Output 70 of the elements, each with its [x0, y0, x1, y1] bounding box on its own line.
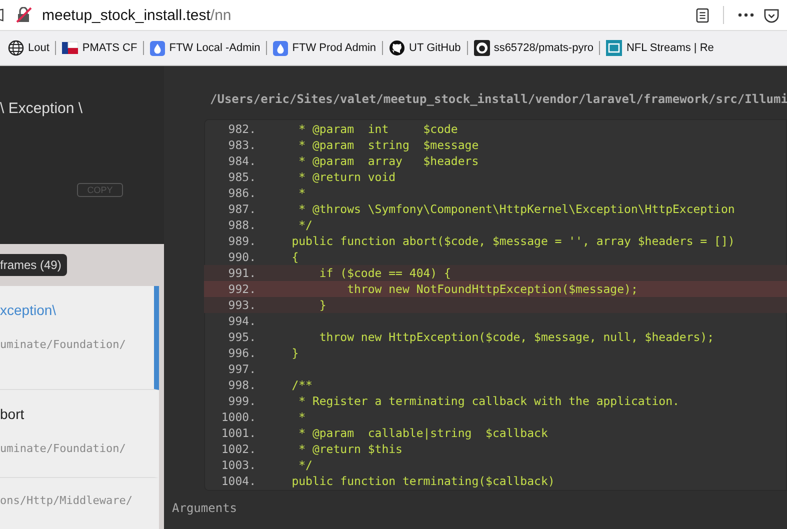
code-line: * @param array $headers	[298, 154, 479, 168]
line-number: 1001.	[220, 426, 257, 440]
line-number: 996.	[227, 346, 257, 360]
line-number: 997.	[227, 362, 257, 376]
line-number: 1002.	[220, 442, 257, 456]
reader-view-icon[interactable]	[696, 8, 709, 22]
drop-icon	[273, 40, 288, 56]
line-number: 985.	[227, 170, 257, 184]
bookmark-link[interactable]: PMATS CF	[62, 41, 138, 55]
bookmark-link[interactable]: FTW Local -Admin	[150, 40, 260, 56]
bookmark-link[interactable]: Lout	[8, 40, 50, 56]
code-line: * @return void	[298, 170, 396, 184]
arguments-heading: Arguments	[171, 500, 238, 515]
code-line: /**	[290, 378, 312, 392]
insecure-lock-icon	[16, 7, 32, 23]
frame-name: bort	[0, 406, 26, 422]
line-number: 1000.	[220, 410, 257, 424]
line-number: 1004.	[220, 474, 257, 488]
code-line: * @param callable|string $callback	[298, 426, 548, 440]
code-line: throw new HttpException($code, $message, null, $headers);	[318, 330, 714, 344]
code-line: public function abort($code, $message = '', array $headers = [])	[290, 234, 735, 248]
frame-path: uminate/Foundation/	[0, 442, 127, 455]
pocket-icon[interactable]	[764, 8, 779, 22]
frame-item[interactable]: bort uminate/Foundation/	[0, 390, 159, 478]
bookmark-link[interactable]: ss65728/pmats-pyro	[474, 40, 594, 56]
line-number: 1003.	[220, 458, 257, 472]
code-line: if ($code == 404) {	[318, 266, 451, 280]
bookmark-link[interactable]: UT GitHub	[389, 40, 461, 56]
line-number: 982.	[227, 122, 257, 136]
line-number: 989.	[227, 234, 257, 248]
code-line: throw new NotFoundHttpException($message);	[346, 282, 638, 296]
flag-icon	[62, 41, 78, 55]
line-number: 986.	[227, 186, 257, 200]
line-number: 983.	[227, 138, 257, 152]
code-line: {	[290, 250, 299, 264]
code-line: *	[298, 186, 306, 200]
frame-name: xception\	[0, 302, 58, 318]
frame-path: uminate/Foundation/	[0, 338, 127, 351]
line-number: 984.	[227, 154, 257, 168]
bookmark-link[interactable]: FTW Prod Admin	[273, 40, 376, 56]
line-number: 994.	[227, 314, 257, 328]
line-number: 991.	[227, 266, 257, 280]
code-line: */	[298, 458, 312, 472]
line-number: 993.	[227, 298, 257, 312]
drop-icon	[150, 40, 166, 56]
frames-toggle-button[interactable]: frames (49)	[0, 254, 68, 276]
more-icon[interactable]	[738, 13, 754, 17]
url-text[interactable]: meetup_stock_install.test/nn	[42, 6, 232, 24]
code-line: */	[298, 218, 312, 232]
code-line: *	[298, 410, 306, 424]
code-line: }	[318, 298, 326, 312]
code-line: * Register a terminating callback with the application.	[298, 394, 680, 408]
code-line: }	[290, 346, 299, 360]
exception-title: \ Exception \	[0, 100, 83, 117]
frame-path: ons/Http/Middleware/	[0, 494, 134, 507]
code-line: public function terminating($callback)	[290, 474, 555, 488]
line-number: 998.	[227, 378, 257, 392]
code-line: * @param int $code	[298, 122, 458, 136]
bookmark-link[interactable]: NFL Streams | Re	[606, 40, 714, 56]
line-number: 988.	[227, 218, 257, 232]
line-number: 995.	[227, 330, 257, 344]
line-number: 999.	[227, 394, 257, 408]
code-line: * @return $this	[298, 442, 402, 456]
globe-icon	[8, 40, 24, 56]
line-number: 990.	[227, 250, 257, 264]
line-number: 992.	[227, 282, 257, 296]
line-number: 987.	[227, 202, 257, 216]
code-line: * @param string $message	[298, 138, 479, 152]
screen-icon	[606, 40, 622, 56]
code-line: * @throws \Symfony\Component\HttpKernel\Exception\HttpException	[298, 202, 735, 216]
